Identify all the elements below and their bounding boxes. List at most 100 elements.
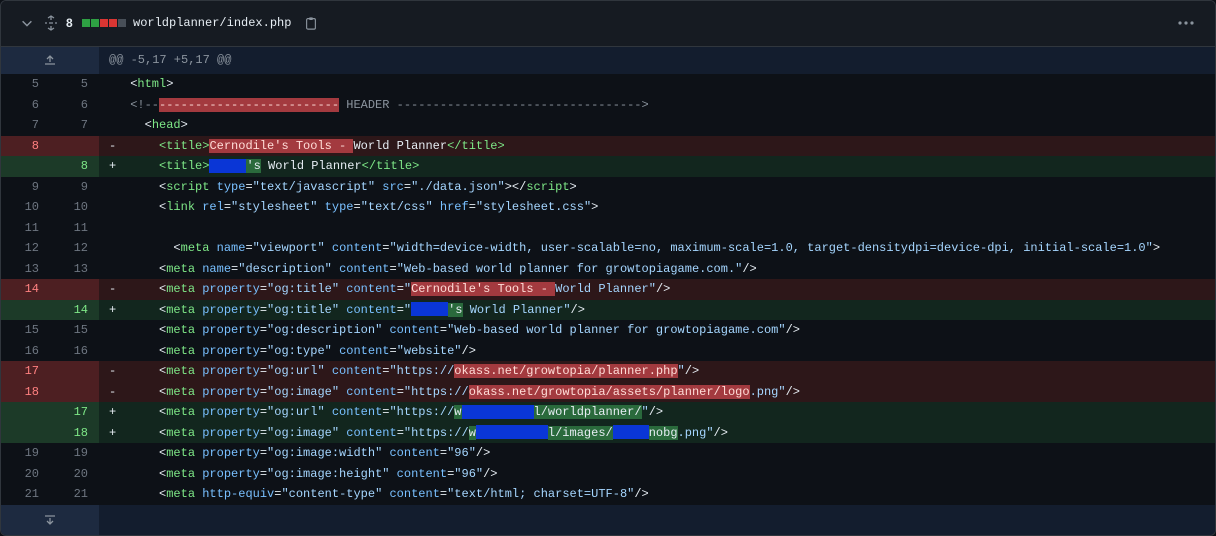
diff-line-deleted: 14 - <meta property="og:title" content="… — [1, 279, 1215, 300]
diffstat — [82, 19, 126, 27]
expand-up-icon — [42, 53, 58, 67]
diffstat-square — [109, 19, 117, 27]
diff-table: @@ -5,17 +5,17 @@ 5 5 <html> 6 6 <!-----… — [1, 47, 1215, 535]
code-line: <meta http-equiv="content-type" content=… — [159, 487, 649, 501]
new-line-number[interactable]: 13 — [50, 259, 99, 280]
change-count: 8 — [66, 16, 73, 30]
new-line-number[interactable] — [50, 361, 99, 382]
diff-line: 13 13 <meta name="description" content="… — [1, 259, 1215, 280]
code-line: <meta property="og:image:width" content=… — [159, 446, 491, 460]
old-line-number[interactable]: 21 — [1, 484, 50, 505]
redaction-block — [475, 425, 548, 440]
expand-row — [1, 504, 1215, 535]
diffstat-square — [91, 19, 99, 27]
new-line-number[interactable]: 12 — [50, 238, 99, 259]
redaction-block — [612, 425, 649, 440]
old-line-number[interactable]: 9 — [1, 177, 50, 198]
diff-line: 16 16 <meta property="og:type" content="… — [1, 341, 1215, 362]
code-line: - <title>Cernodile's Tools - World Plann… — [109, 138, 505, 153]
diff-line-added: 17 + <meta property="og:url" content="ht… — [1, 402, 1215, 423]
diff-line-added: 8 + <title>'s World Planner</title> — [1, 156, 1215, 177]
diff-line-added: 14 + <meta property="og:title" content="… — [1, 299, 1215, 320]
new-line-number[interactable]: 21 — [50, 484, 99, 505]
diff-line: 6 6 <!--------------------------- HEADER… — [1, 95, 1215, 116]
file-header: 8 worldplanner/index.php — [1, 1, 1215, 47]
new-line-number[interactable] — [50, 279, 99, 300]
expand-row-filler — [99, 505, 1215, 535]
code-line: - <meta property="og:url" content="https… — [109, 364, 700, 378]
old-line-number[interactable] — [1, 299, 50, 320]
new-line-number[interactable]: 8 — [50, 156, 99, 177]
new-line-number[interactable]: 17 — [50, 402, 99, 423]
code-line: <meta name="description" content="Web-ba… — [159, 261, 757, 276]
old-line-number[interactable] — [1, 156, 50, 177]
code-line: - <meta property="og:title" content="Cer… — [109, 282, 671, 296]
diff-line-deleted: 17 - <meta property="og:url" content="ht… — [1, 361, 1215, 382]
diff-line-deleted: 18 - <meta property="og:image" content="… — [1, 381, 1215, 402]
new-line-number[interactable]: 15 — [50, 320, 99, 341]
diff-line: 5 5 <html> — [1, 74, 1215, 95]
redaction-block — [411, 302, 449, 317]
hunk-header-row: @@ -5,17 +5,17 @@ — [1, 47, 1215, 74]
diff-line: 12 12 <meta name="viewport" content="wid… — [1, 238, 1215, 259]
code-line: <script type="text/javascript" src="./da… — [159, 179, 577, 194]
code-line: <html> — [130, 77, 174, 91]
hunk-header: @@ -5,17 +5,17 @@ — [109, 53, 232, 67]
code-line: <head> — [144, 118, 188, 132]
diff-line-added: 18 + <meta property="og:image" content="… — [1, 422, 1215, 443]
code-line: + <meta property="og:image" content="htt… — [109, 425, 728, 440]
new-line-number[interactable]: 18 — [50, 422, 99, 443]
unfold-icon[interactable] — [43, 15, 59, 31]
new-line-number[interactable]: 20 — [50, 464, 99, 485]
old-line-number[interactable]: 16 — [1, 341, 50, 362]
old-line-number[interactable]: 14 — [1, 279, 50, 300]
old-line-number[interactable]: 8 — [1, 135, 50, 156]
old-line-number[interactable]: 19 — [1, 443, 50, 464]
old-line-number[interactable]: 20 — [1, 464, 50, 485]
expand-up-button[interactable] — [1, 47, 99, 74]
new-line-number[interactable]: 11 — [50, 218, 99, 239]
new-line-number[interactable] — [50, 381, 99, 402]
expand-down-button[interactable] — [1, 504, 99, 535]
diffstat-square — [118, 19, 126, 27]
diff-line-deleted: 8 - <title>Cernodile's Tools - World Pla… — [1, 135, 1215, 156]
new-line-number[interactable] — [50, 135, 99, 156]
diffstat-square — [82, 19, 90, 27]
diff-line: 20 20 <meta property="og:image:height" c… — [1, 464, 1215, 485]
old-line-number[interactable]: 17 — [1, 361, 50, 382]
code-line: - <meta property="og:image" content="htt… — [109, 384, 800, 399]
code-line: <meta name="viewport" content="width=dev… — [173, 241, 1161, 255]
new-line-number[interactable]: 14 — [50, 299, 99, 320]
old-line-number[interactable] — [1, 402, 50, 423]
chevron-down-icon[interactable] — [19, 15, 35, 31]
diff-line: 21 21 <meta http-equiv="content-type" co… — [1, 484, 1215, 505]
redaction-block — [461, 404, 534, 419]
code-line: + <title>'s World Planner</title> — [109, 158, 420, 173]
old-line-number[interactable]: 15 — [1, 320, 50, 341]
expand-down-icon — [42, 513, 58, 527]
code-line: <!--------------------------- HEADER ---… — [130, 97, 649, 112]
redaction-block — [209, 158, 247, 173]
old-line-number[interactable]: 12 — [1, 238, 50, 259]
diff-line: 7 7 <head> — [1, 115, 1215, 136]
kebab-horizontal-icon[interactable] — [1177, 15, 1195, 31]
old-line-number[interactable]: 13 — [1, 259, 50, 280]
code-line: <link rel="stylesheet" type="text/css" h… — [159, 200, 599, 214]
code-line: <meta property="og:description" content=… — [159, 323, 800, 337]
new-line-number[interactable]: 16 — [50, 341, 99, 362]
old-line-number[interactable]: 11 — [1, 218, 50, 239]
file-name[interactable]: worldplanner/index.php — [133, 16, 291, 30]
old-line-number[interactable]: 18 — [1, 381, 50, 402]
old-line-number[interactable] — [1, 422, 50, 443]
old-line-number[interactable]: 10 — [1, 197, 50, 218]
copy-icon[interactable] — [303, 15, 319, 31]
new-line-number[interactable]: 10 — [50, 197, 99, 218]
diff-file: 8 worldplanner/index.php @@ -5,17 +5,17 … — [0, 0, 1216, 536]
diffstat-square — [100, 19, 108, 27]
code-line: <meta property="og:image:height" content… — [159, 466, 498, 481]
new-line-number[interactable]: 19 — [50, 443, 99, 464]
new-line-number[interactable]: 7 — [50, 115, 99, 136]
new-line-number[interactable]: 9 — [50, 177, 99, 198]
diff-line: 15 15 <meta property="og:description" co… — [1, 320, 1215, 341]
